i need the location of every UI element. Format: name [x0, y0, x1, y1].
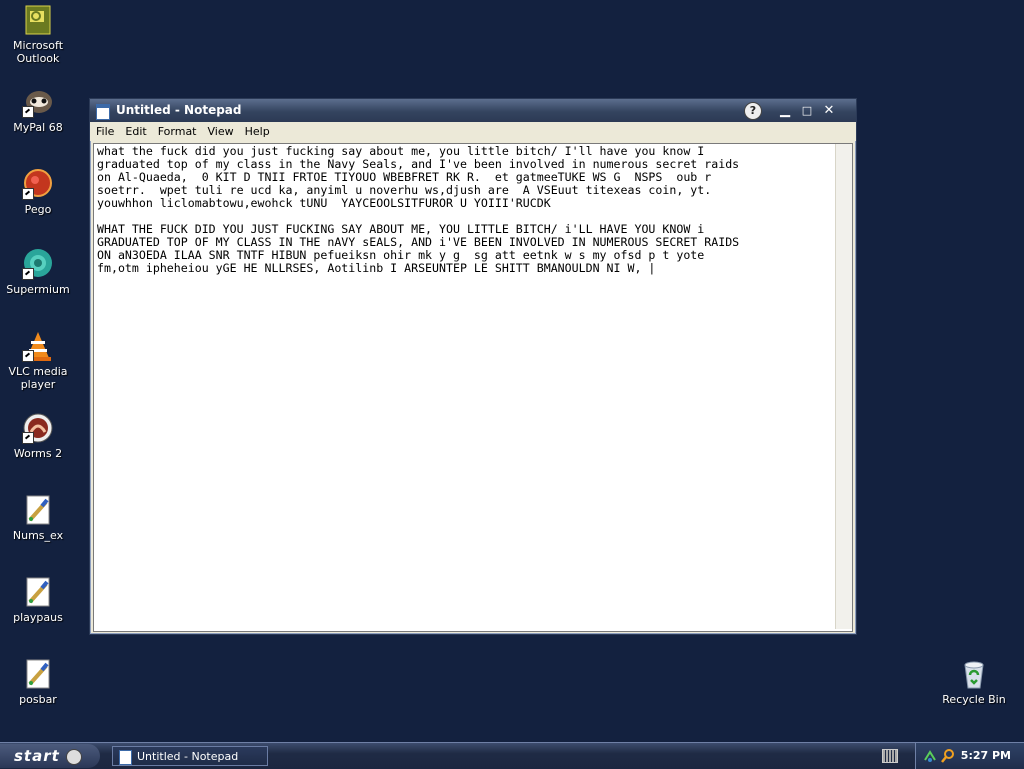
desktop-icon-pego[interactable]: Pego [0, 168, 76, 216]
desktop-icon-label: Pego [24, 203, 52, 216]
desktop-icon-label: playpaus [13, 611, 63, 624]
pego-icon [22, 168, 54, 200]
desktop-icon-posbar[interactable]: posbar [0, 658, 76, 706]
outlook-icon [22, 4, 54, 36]
desktop: Microsoft Outlook MyPal 68 Pego Supermiu… [0, 0, 1024, 742]
desktop-icon-label: Supermium [6, 283, 70, 296]
shortcut-arrow-icon [22, 106, 34, 118]
desktop-icon-label: Worms 2 [13, 447, 63, 460]
close-button[interactable]: ✕ [818, 99, 840, 122]
desktop-icon-label: VLC media player [8, 365, 68, 391]
text-editor[interactable]: what the fuck did you just fucking say a… [93, 143, 853, 632]
desktop-icon-label: Nums_ex [12, 529, 64, 542]
desktop-icon-supermium[interactable]: Supermium [0, 248, 76, 296]
system-tray: 5:27 PM [915, 743, 1024, 769]
network-icon[interactable] [922, 748, 938, 764]
desktop-icon-label: MyPal 68 [13, 121, 63, 134]
desktop-icon-playpaus[interactable]: playpaus [0, 576, 76, 624]
window-titlebar[interactable]: Untitled - Notepad ? ▁ □ ✕ [90, 99, 856, 122]
maximize-button[interactable]: □ [796, 99, 818, 122]
paint-file-icon [22, 576, 54, 608]
menubar: File Edit Format View Help [90, 122, 856, 141]
menu-file[interactable]: File [90, 122, 119, 138]
desktop-icon-vlc[interactable]: VLC media player [0, 330, 76, 391]
taskbar-button-notepad[interactable]: Untitled - Notepad [112, 746, 268, 766]
keyboard-icon[interactable] [882, 749, 898, 763]
window-title: Untitled - Notepad [116, 103, 242, 117]
menu-view[interactable]: View [202, 122, 239, 138]
start-orb-icon [65, 748, 82, 765]
minimize-button[interactable]: ▁ [774, 99, 796, 122]
shortcut-arrow-icon [22, 432, 34, 444]
notepad-icon [119, 750, 132, 765]
shortcut-arrow-icon [22, 188, 34, 200]
desktop-icon-nums-ex[interactable]: Nums_ex [0, 494, 76, 542]
notepad-window[interactable]: Untitled - Notepad ? ▁ □ ✕ File Edit Forma… [89, 98, 857, 635]
notepad-icon [96, 104, 110, 120]
menu-help[interactable]: Help [239, 122, 275, 138]
menu-edit[interactable]: Edit [119, 122, 151, 138]
desktop-icon-worms[interactable]: Worms 2 [0, 412, 76, 460]
desktop-icon-outlook[interactable]: Microsoft Outlook [0, 4, 76, 65]
vlc-icon [22, 330, 54, 362]
paint-file-icon [22, 494, 54, 526]
menu-format[interactable]: Format [152, 122, 202, 138]
shortcut-arrow-icon [22, 268, 34, 280]
desktop-icon-mypal[interactable]: MyPal 68 [0, 86, 76, 134]
taskbar-button-label: Untitled - Notepad [137, 750, 239, 763]
desktop-icon-label: Microsoft Outlook [12, 39, 64, 65]
taskbar: start Untitled - Notepad 5:27 PM [0, 742, 1024, 769]
desktop-icon-recycle-bin[interactable]: Recycle Bin [936, 658, 1012, 706]
supermium-icon [22, 248, 54, 280]
start-label: start [14, 747, 60, 765]
desktop-icon-label: posbar [19, 693, 57, 706]
start-button[interactable]: start [0, 744, 100, 768]
vertical-scrollbar[interactable] [835, 144, 852, 629]
clock[interactable]: 5:27 PM [961, 749, 1011, 762]
recycle-bin-icon [958, 658, 990, 690]
shortcut-arrow-icon [22, 350, 34, 362]
desktop-icon-label: Recycle Bin [942, 693, 1006, 706]
search-icon[interactable] [940, 748, 956, 764]
editor-content[interactable]: what the fuck did you just fucking say a… [97, 145, 837, 275]
mypal-icon [22, 86, 54, 118]
worms-icon [22, 412, 54, 444]
paint-file-icon [22, 658, 54, 690]
context-help-icon[interactable]: ? [744, 102, 762, 120]
